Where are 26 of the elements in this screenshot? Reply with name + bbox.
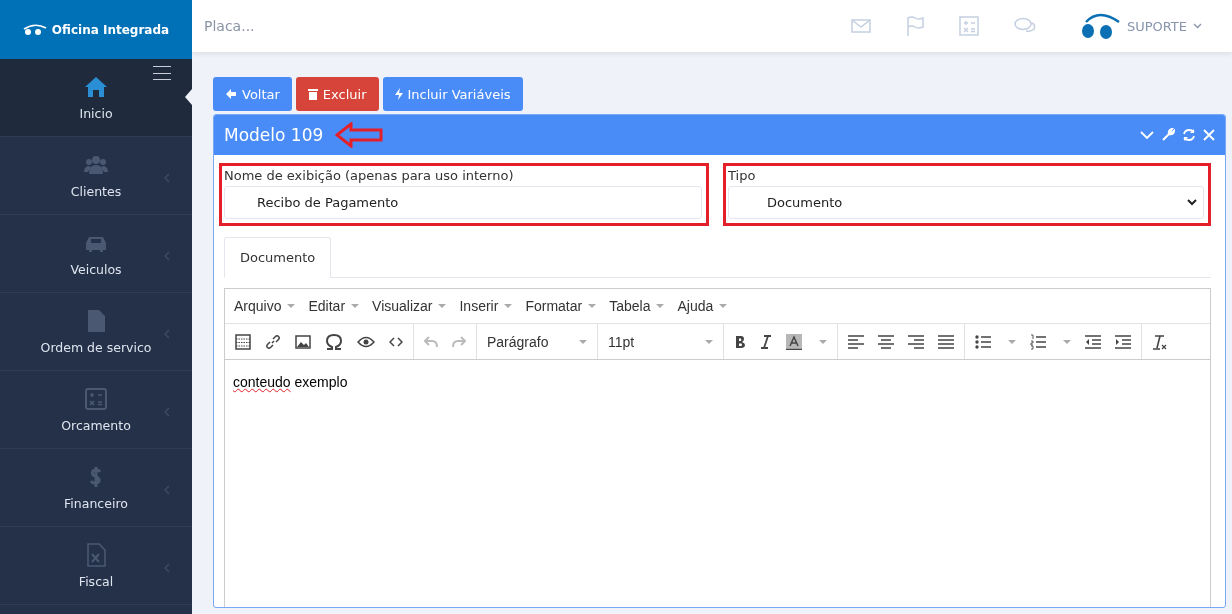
delete-button[interactable]: Excluir [295,77,379,111]
menu-item[interactable]: Inserir [454,298,521,314]
sidebar-item[interactable]: Orcamento [0,371,192,449]
menu-item[interactable]: Visualizar [367,298,455,314]
menu-item[interactable]: Arquivo [229,298,304,314]
brand-name: Oficina Integrada [51,22,170,37]
font-size-dropdown[interactable]: 11pt [598,324,724,359]
sidebar-item[interactable]: Financeiro [0,449,192,527]
sidebar-item[interactable]: Ordem de servico [0,293,192,371]
format-dropdown[interactable]: Parágrafo [477,324,598,359]
menu-item[interactable]: Formatar [520,298,605,314]
menu-item[interactable]: Editar [303,298,368,314]
sidebar-item[interactable]: Inicio [0,59,192,137]
menu-item[interactable]: Ajuda [672,298,736,314]
field-label: Nome de exibição (apenas para uso interno) [224,168,515,183]
sidebar-item[interactable]: Veiculos [0,215,192,293]
sidebar-item[interactable]: Clientes [0,137,192,215]
menu-item[interactable]: Tabela [604,298,673,314]
tab[interactable]: Documento [224,237,332,278]
type-select[interactable]: Documento [728,186,1204,219]
search-field[interactable]: Placa... [202,17,406,35]
field-label: Tipo [728,168,757,183]
panel-title: Modelo 109 [224,125,324,145]
document-text: conteudo exemplo [233,374,349,390]
sidebar-item[interactable]: Fiscal [0,527,192,605]
name-field[interactable]: Recibo de Pagamento [224,186,702,219]
